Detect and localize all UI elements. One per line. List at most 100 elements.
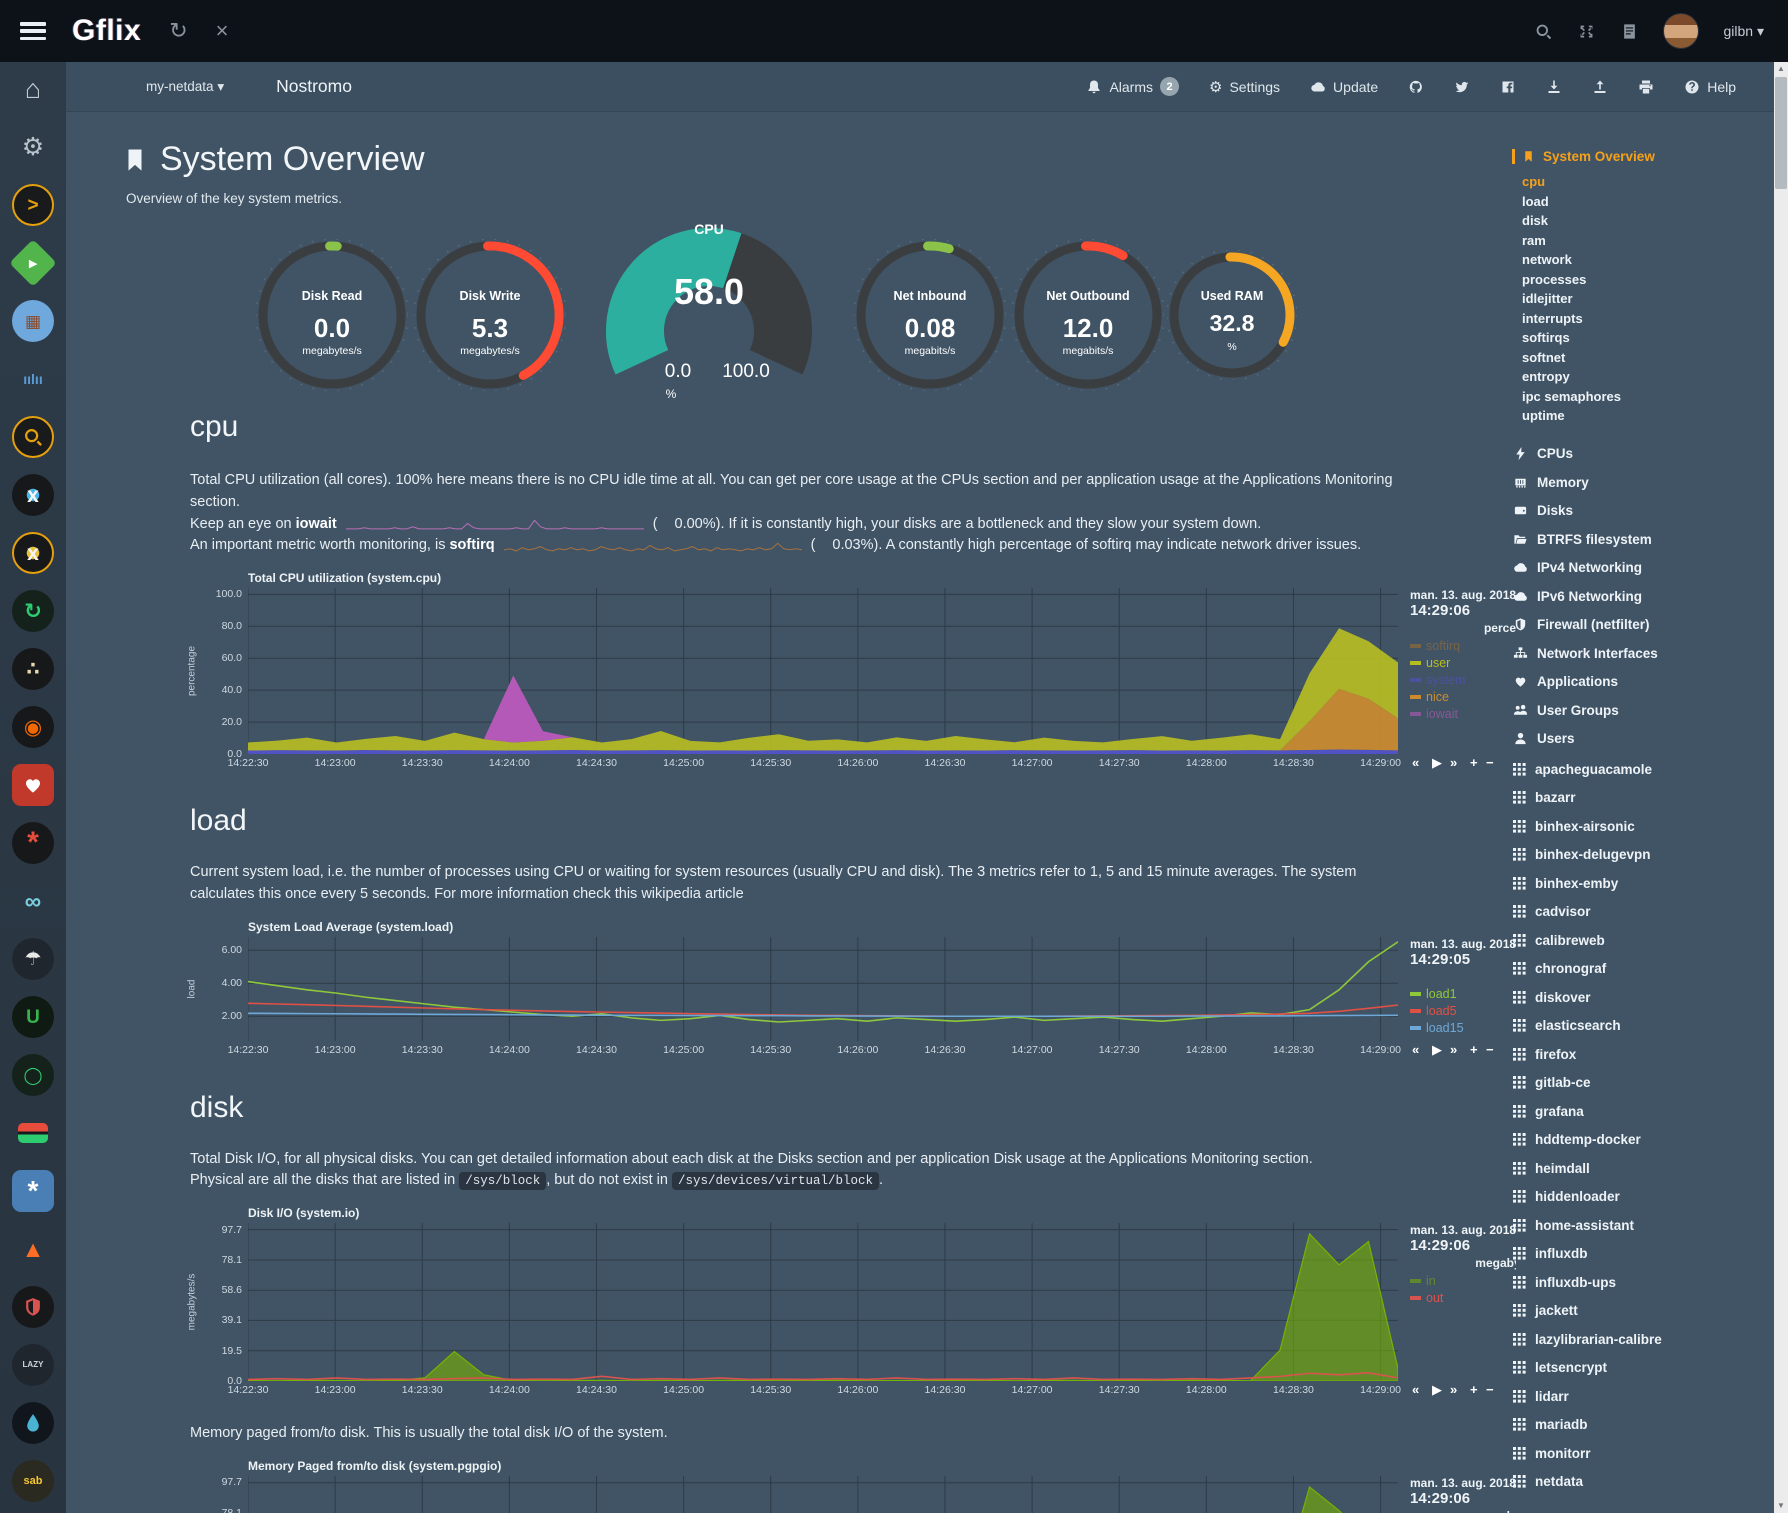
legend-series-out[interactable]: out-5.3: [1410, 1289, 1516, 1306]
help-button[interactable]: Help: [1684, 79, 1736, 95]
legend-series-load5[interactable]: load52.68: [1410, 1003, 1516, 1020]
pinwheel-blue-tab[interactable]: x: [12, 474, 54, 516]
load-chart[interactable]: System Load Average (system.load)load6.0…: [190, 920, 1516, 1061]
legend-series-iowait[interactable]: iowait0.0: [1410, 705, 1516, 722]
home-tab[interactable]: ⌂: [12, 68, 54, 110]
user-menu[interactable]: gilbn ▾: [1723, 23, 1764, 40]
sidebar-app-lazylibrarian-calibre[interactable]: lazylibrarian-calibre: [1512, 1325, 1774, 1354]
sidebar-app-influxdb-ups[interactable]: influxdb-ups: [1512, 1268, 1774, 1297]
sidebar-app-gitlab-ce[interactable]: gitlab-ce: [1512, 1069, 1774, 1098]
skip-forward-button[interactable]: »: [1450, 1382, 1457, 1397]
sidebar-category-ipv4-networking[interactable]: IPv4 Networking: [1512, 554, 1774, 583]
scrollbar-thumb[interactable]: [1775, 77, 1787, 189]
sidebar-category-users[interactable]: Users: [1512, 725, 1774, 754]
zoom-out-button[interactable]: −: [1486, 1382, 1494, 1397]
skip-forward-button[interactable]: »: [1450, 755, 1457, 770]
sidebar-item-processes[interactable]: processes: [1522, 270, 1774, 290]
lazylibrarian-tab[interactable]: LAZY: [12, 1344, 54, 1386]
sidebar-app-mariadb[interactable]: mariadb: [1512, 1411, 1774, 1440]
sidebar-app-netdata[interactable]: netdata: [1512, 1468, 1774, 1497]
grafana-tab[interactable]: ◉: [12, 706, 54, 748]
pinwheel-yellow-tab[interactable]: x: [12, 532, 54, 574]
sidebar-category-user-groups[interactable]: User Groups: [1512, 696, 1774, 725]
skip-back-button[interactable]: «: [1412, 755, 1419, 770]
sidebar-item-interrupts[interactable]: interrupts: [1522, 309, 1774, 329]
sidebar-app-diskover[interactable]: diskover: [1512, 983, 1774, 1012]
sidebar-app-binhex-emby[interactable]: binhex-emby: [1512, 869, 1774, 898]
scroll-up-arrow[interactable]: ▲: [1774, 62, 1788, 76]
sidebar-app-jackett[interactable]: jackett: [1512, 1297, 1774, 1326]
sidebar-app-monitorr[interactable]: monitorr: [1512, 1439, 1774, 1468]
zoom-out-button[interactable]: −: [1486, 1042, 1494, 1057]
sidebar-category-btrfs-filesystem[interactable]: BTRFS filesystem: [1512, 525, 1774, 554]
blue-drop-tab[interactable]: [12, 1402, 54, 1444]
sidebar-app-chronograf[interactable]: chronograf: [1512, 955, 1774, 984]
legend-series-in[interactable]: in0.0: [1410, 1272, 1516, 1289]
scroll-down-arrow[interactable]: ▼: [1774, 1499, 1788, 1513]
diskover-tab[interactable]: [12, 416, 54, 458]
search-icon[interactable]: [1534, 22, 1553, 41]
update-button[interactable]: Update: [1310, 79, 1378, 95]
zoom-in-button[interactable]: +: [1470, 1042, 1478, 1057]
heimdall-tab[interactable]: *: [12, 1170, 54, 1212]
netdata-tab-active[interactable]: [12, 764, 54, 806]
sidebar-app-calibreweb[interactable]: calibreweb: [1512, 926, 1774, 955]
hamburger-menu-button[interactable]: [20, 22, 46, 40]
guacamole-tab[interactable]: ▦: [12, 300, 54, 342]
sidebar-item-idlejitter[interactable]: idlejitter: [1522, 289, 1774, 309]
pills-tab[interactable]: [12, 1112, 54, 1154]
play-button[interactable]: ▶: [1432, 1382, 1442, 1398]
sidebar-section-system-overview[interactable]: System Overview: [1512, 149, 1774, 164]
play-button[interactable]: ▶: [1432, 1042, 1442, 1058]
refresh-icon[interactable]: ↻: [169, 20, 187, 42]
nextcloud-tab[interactable]: ∞: [12, 880, 54, 922]
sabnzbd-tab[interactable]: sab: [12, 1460, 54, 1502]
server-dropdown[interactable]: my-netdata ▾: [146, 79, 224, 95]
export-icon[interactable]: [1592, 79, 1608, 95]
sidebar-app-hddtemp-docker[interactable]: hddtemp-docker: [1512, 1126, 1774, 1155]
sidebar-item-uptime[interactable]: uptime: [1522, 406, 1774, 426]
green-swirl-tab[interactable]: ↻: [12, 590, 54, 632]
sidebar-app-binhex-delugevpn[interactable]: binhex-delugevpn: [1512, 841, 1774, 870]
sidebar-item-softnet[interactable]: softnet: [1522, 348, 1774, 368]
legend-series-load1[interactable]: load16.51: [1410, 986, 1516, 1003]
node-graph-tab[interactable]: ∴: [12, 648, 54, 690]
sidebar-item-entropy[interactable]: entropy: [1522, 367, 1774, 387]
red-shield-tab[interactable]: [12, 1286, 54, 1328]
import-icon[interactable]: [1546, 79, 1562, 95]
green-u-tab[interactable]: U: [12, 996, 54, 1038]
chart-plot-area[interactable]: [248, 1476, 1398, 1513]
sidebar-category-network-interfaces[interactable]: Network Interfaces: [1512, 639, 1774, 668]
plex-tab[interactable]: >: [12, 184, 54, 226]
chart-plot-area[interactable]: [248, 588, 1398, 754]
sidebar-app-firefox[interactable]: firefox: [1512, 1040, 1774, 1069]
legend-series-nice[interactable]: nice20.4: [1410, 688, 1516, 705]
close-tab-icon[interactable]: ×: [216, 20, 229, 42]
disk-chart[interactable]: Disk I/O (system.io)megabytes/s97.778.15…: [190, 1206, 1516, 1401]
settings-button[interactable]: ⚙ Settings: [1209, 78, 1280, 96]
sidebar-app-binhex-airsonic[interactable]: binhex-airsonic: [1512, 812, 1774, 841]
sidebar-app-influxdb[interactable]: influxdb: [1512, 1240, 1774, 1269]
cpu-chart[interactable]: Total CPU utilization (system.cpu)percen…: [190, 571, 1516, 774]
green-ring-tab[interactable]: ◯: [12, 1054, 54, 1096]
sidebar-app-letsencrypt[interactable]: letsencrypt: [1512, 1354, 1774, 1383]
sidebar-category-firewall-netfilter-[interactable]: Firewall (netfilter): [1512, 611, 1774, 640]
sidebar-app-heimdall[interactable]: heimdall: [1512, 1154, 1774, 1183]
red-flower-tab[interactable]: *: [12, 822, 54, 864]
sidebar-item-network[interactable]: network: [1522, 250, 1774, 270]
fullscreen-icon[interactable]: [1577, 22, 1596, 41]
sidebar-item-cpu[interactable]: cpu: [1522, 172, 1774, 192]
wikipedia-link[interactable]: wikipedia article: [641, 886, 743, 902]
chart-plot-area[interactable]: [248, 937, 1398, 1041]
skip-back-button[interactable]: «: [1412, 1042, 1419, 1057]
skip-forward-button[interactable]: »: [1450, 1042, 1457, 1057]
avatar[interactable]: [1663, 13, 1699, 49]
sidebar-category-ipv6-networking[interactable]: IPv6 Networking: [1512, 582, 1774, 611]
changelog-icon[interactable]: [1620, 22, 1639, 41]
gitlab-tab[interactable]: ▲: [12, 1228, 54, 1270]
print-icon[interactable]: [1638, 79, 1654, 95]
airsonic-tab[interactable]: ıılıı: [12, 358, 54, 400]
sidebar-item-ipc-semaphores[interactable]: ipc semaphores: [1522, 387, 1774, 407]
legend-series-softirq[interactable]: softirq0.0: [1410, 637, 1516, 654]
twitter-icon[interactable]: [1454, 79, 1470, 95]
